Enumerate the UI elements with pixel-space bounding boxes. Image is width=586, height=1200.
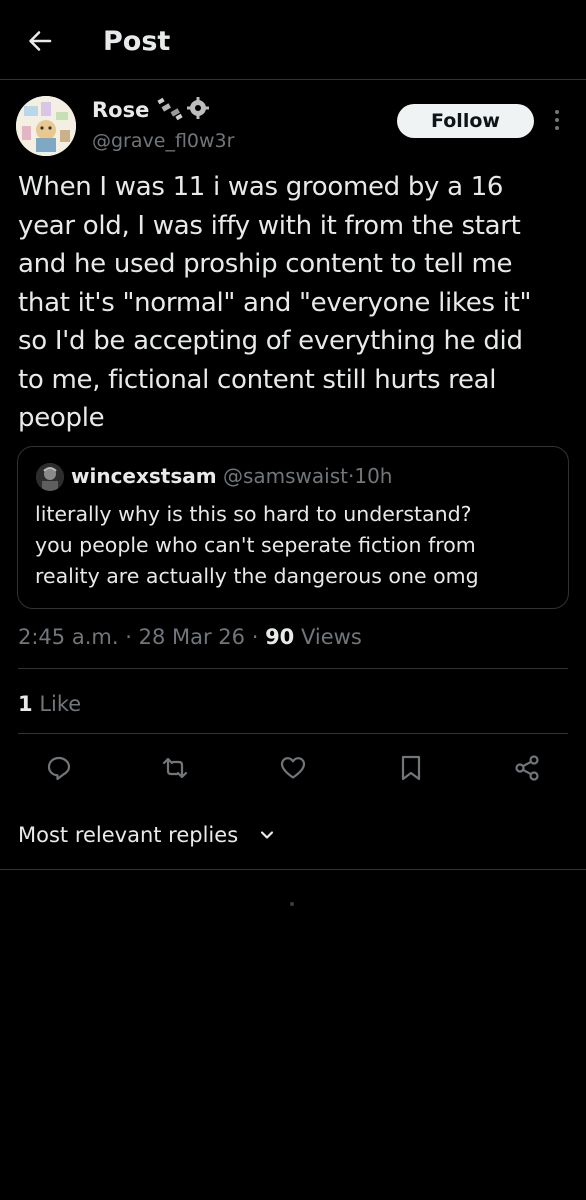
likes-label: Like bbox=[39, 692, 82, 716]
post-time: 2:45 a.m. bbox=[18, 625, 119, 649]
name-emoji-icons bbox=[157, 97, 209, 121]
views-label: Views bbox=[300, 625, 362, 649]
back-arrow-icon[interactable] bbox=[26, 27, 54, 55]
loading-indicator bbox=[290, 902, 294, 906]
quoted-author-name: wincexstsam bbox=[71, 464, 217, 488]
follow-button[interactable]: Follow bbox=[397, 104, 534, 138]
chevron-down-icon[interactable] bbox=[258, 826, 276, 844]
quoted-post-text: literally why is this so hard to underst… bbox=[35, 502, 479, 588]
divider bbox=[18, 668, 568, 669]
views-count: 90 bbox=[265, 625, 295, 649]
separator-dot: · bbox=[251, 625, 259, 649]
post-body-text: When I was 11 i was groomed by a 16 year… bbox=[18, 172, 532, 433]
author-avatar[interactable] bbox=[16, 96, 76, 156]
gear-icon bbox=[187, 97, 209, 119]
author-display-name[interactable]: Rose bbox=[92, 95, 149, 125]
reply-icon[interactable] bbox=[45, 754, 73, 782]
quoted-post-time: 10h bbox=[354, 464, 393, 488]
quoted-post-card[interactable]: wincexstsam @samswaist·10h literally why… bbox=[17, 446, 569, 609]
post-meta: 2:45 a.m. · 28 Mar 26 · 90 Views bbox=[18, 621, 362, 653]
quoted-author-handle: @samswaist bbox=[222, 464, 348, 488]
divider bbox=[0, 869, 586, 870]
quoted-post-header: wincexstsam @samswaist·10h bbox=[71, 460, 392, 492]
repost-icon[interactable] bbox=[161, 754, 189, 782]
top-bar: Post bbox=[0, 0, 586, 80]
separator-dot: · bbox=[125, 625, 132, 649]
likes-summary[interactable]: 1 Like bbox=[18, 688, 81, 720]
share-icon[interactable] bbox=[513, 754, 541, 782]
bookmark-icon[interactable] bbox=[397, 754, 425, 782]
like-icon[interactable] bbox=[279, 754, 307, 782]
likes-count: 1 bbox=[18, 692, 33, 716]
author-handle[interactable]: @grave_fl0w3r bbox=[92, 127, 234, 155]
quoted-author-avatar bbox=[36, 463, 64, 491]
post-date: 28 Mar 26 bbox=[138, 625, 245, 649]
replies-sort-dropdown[interactable]: Most relevant replies bbox=[18, 819, 238, 851]
more-options-icon[interactable] bbox=[548, 106, 566, 134]
divider bbox=[18, 733, 568, 734]
page-title: Post bbox=[103, 26, 171, 57]
satellite-icon bbox=[157, 97, 183, 121]
